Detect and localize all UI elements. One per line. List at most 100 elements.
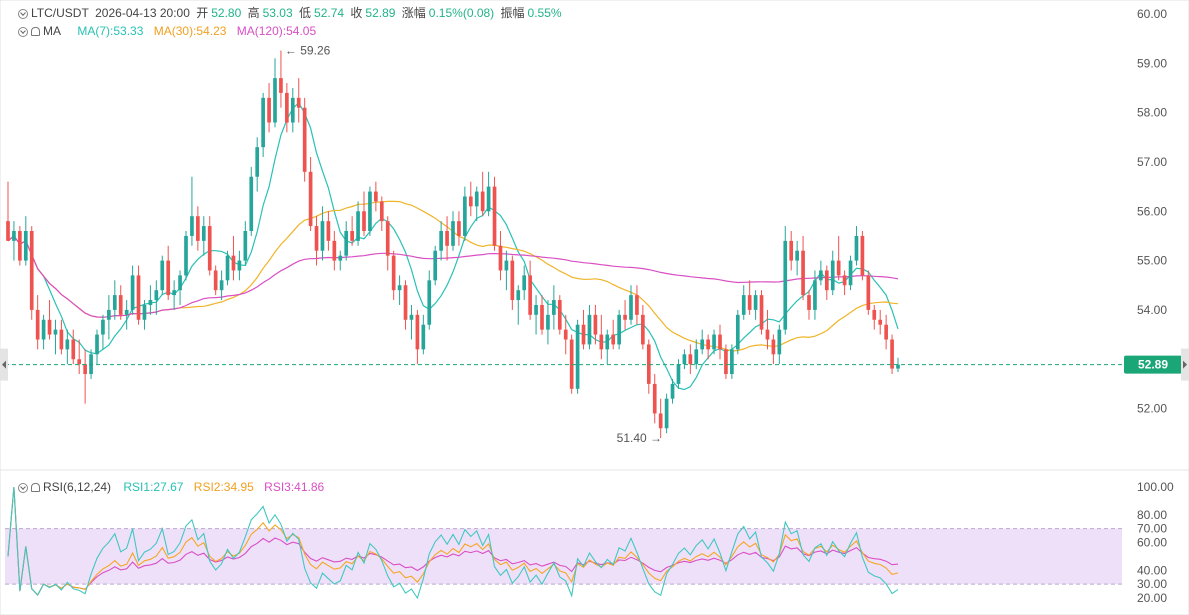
candle-body <box>658 413 663 429</box>
candle-body <box>433 250 438 281</box>
price-axis-tick: 55.00 <box>1137 254 1167 268</box>
amplitude-label: 振幅 <box>500 6 525 20</box>
candle-body <box>617 314 621 345</box>
candle-body <box>688 354 693 365</box>
chevron-toggle-icon[interactable] <box>18 27 28 37</box>
candle-body <box>142 304 147 320</box>
candle-body <box>824 270 829 291</box>
rsi-axis-tick: 100.00 <box>1137 480 1174 494</box>
price-axis-tick: 58.00 <box>1137 106 1167 120</box>
ma30-value: MA(30):54.23 <box>153 24 227 38</box>
candle-body <box>694 349 699 365</box>
candle-body <box>77 359 82 365</box>
candle-body <box>795 250 799 261</box>
candle-body <box>664 398 669 429</box>
rsi-label: RSI(6,12,24) <box>43 480 112 494</box>
candle-body <box>308 171 313 227</box>
candle-body <box>338 255 343 261</box>
candle-body <box>59 329 64 350</box>
candle-body <box>783 240 788 330</box>
candle-body <box>290 97 295 123</box>
ohlc-header: LTC/USDT 2026-04-13 20:00 开 52.80 高 53.03 … <box>18 6 565 20</box>
candle-body <box>273 78 277 123</box>
rsi-axis-tick: 70.00 <box>1137 522 1167 536</box>
candle-body <box>563 329 568 340</box>
candle-body <box>641 314 645 345</box>
rsi-legend: RSI(6,12,24) RSI1:27.67 RSI2:34.95 RSI3:… <box>18 480 327 494</box>
candle-body <box>492 186 497 246</box>
candle-body <box>682 354 687 365</box>
candle-body <box>747 295 752 310</box>
candle-body <box>463 196 467 236</box>
bell-icon[interactable] <box>31 483 40 492</box>
close-value: 52.89 <box>365 6 396 20</box>
candle-body <box>670 383 675 399</box>
ma120-value: MA(120):54.05 <box>236 24 317 38</box>
candle-body <box>47 319 52 335</box>
candle-body <box>552 300 556 315</box>
candle-body <box>480 191 485 212</box>
low-value: 52.74 <box>314 6 345 20</box>
bell-icon[interactable] <box>31 27 40 36</box>
price-axis-tick: 60.00 <box>1137 7 1167 21</box>
candle-body <box>741 295 746 315</box>
candle-body <box>255 147 260 177</box>
candle-body <box>848 260 853 286</box>
rsi-axis-tick: 40.00 <box>1137 563 1167 577</box>
close-label: 收 <box>350 6 363 20</box>
rsi1-value: RSI1:27.67 <box>123 480 184 494</box>
candle-body <box>190 216 194 236</box>
candle-body <box>130 275 135 310</box>
candle-body <box>12 231 16 241</box>
candle-body <box>101 319 105 335</box>
candle-body <box>148 300 153 305</box>
candle-body <box>350 231 354 241</box>
candle-body <box>486 186 491 212</box>
candlestick-chart[interactable]: 60.00 59.00 58.00 57.00 56.00 55.00 54.00 52.00… <box>0 0 1189 615</box>
candle-body <box>196 216 200 241</box>
candle-body <box>368 191 372 231</box>
candle-body <box>213 270 218 291</box>
candle-body <box>540 304 544 330</box>
candle-body <box>427 280 432 325</box>
candle-body <box>605 334 610 350</box>
candle-body <box>777 329 782 355</box>
candle-body <box>95 334 99 355</box>
candle-body <box>706 339 710 350</box>
candle-body <box>285 92 289 123</box>
candle-body <box>819 270 823 281</box>
candle-body <box>807 295 811 310</box>
candle-body <box>385 221 390 256</box>
candle-body <box>801 250 805 296</box>
high-marker: ← 59.26 <box>285 43 331 57</box>
ma-legend: MA MA(7):53.33 MA(30):54.23 MA(120):54.0… <box>18 24 319 38</box>
candle-body <box>18 231 22 261</box>
rsi-axis-tick: 60.00 <box>1137 536 1167 550</box>
rsi-band <box>5 528 1122 585</box>
chart-border <box>0 0 1189 615</box>
candle-body <box>735 314 740 350</box>
candle-body <box>860 235 865 276</box>
candle-body <box>510 260 515 301</box>
candle-body <box>344 231 349 256</box>
candle-body <box>160 260 165 291</box>
candle-body <box>184 235 188 276</box>
price-axis-tick: 57.00 <box>1137 155 1167 169</box>
chevron-toggle-icon[interactable] <box>18 483 28 493</box>
last-price-label: 52.89 <box>1138 358 1168 372</box>
candle-body <box>587 314 592 345</box>
symbol-label: LTC/USDT <box>31 6 89 20</box>
candle-body <box>759 295 764 330</box>
price-axis-tick: 54.00 <box>1137 303 1167 317</box>
candle-body <box>421 324 426 350</box>
chevron-toggle-icon[interactable] <box>18 9 28 19</box>
candle-body <box>593 314 598 335</box>
candle-body <box>6 221 10 241</box>
candle-body <box>575 324 580 389</box>
candle-body <box>320 221 325 251</box>
candle-body <box>836 260 841 276</box>
amplitude-value: 0.55% <box>527 6 562 20</box>
candle-body <box>154 290 159 301</box>
open-value: 52.80 <box>211 6 242 20</box>
candle-body <box>581 324 586 345</box>
